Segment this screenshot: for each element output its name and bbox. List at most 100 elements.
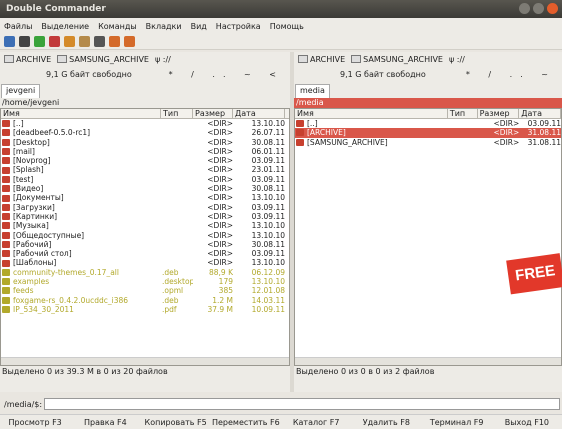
tab-media[interactable]: media [295,84,330,98]
menu-commands[interactable]: Команды [98,22,137,31]
file-size: <DIR> [207,137,233,147]
left-tabs: jevgeni [0,82,290,98]
file-row[interactable]: [..] <DIR> 13.10.10 [1,119,289,128]
left-hscrollbar[interactable] [1,357,289,365]
file-row[interactable]: [SAMSUNG_ARCHIVE] <DIR> 31.08.11 [295,138,561,147]
file-type [161,203,193,212]
left-drive-samsung[interactable]: SAMSUNG_ARCHIVE [57,55,149,64]
left-status: Выделено 0 из 39.3 M в 0 из 20 файлов [2,367,168,376]
folder-icon [2,157,10,165]
file-row[interactable]: [Шаблоны] <DIR> 13.10.10 [1,258,289,267]
file-name-text: [Шаблоны] [13,258,57,268]
file-row[interactable]: [Загрузки] <DIR> 03.09.11 [1,203,289,212]
right-drive-archive[interactable]: ARCHIVE [298,55,345,64]
refresh-icon[interactable] [4,36,15,47]
file-size: <DIR> [493,137,520,147]
file-row[interactable]: foxgame-rs_0.4.2.0ucddc_i386 .deb 1.2 M 14.… [1,296,289,305]
f5-copy-button[interactable]: Копировать F5 [141,415,211,429]
right-hscrollbar[interactable] [295,357,561,365]
menu-view[interactable]: Вид [191,22,207,31]
menu-help[interactable]: Помощь [270,22,304,31]
file-name: foxgame-rs_0.4.2.0ucddc_i386 [1,296,161,305]
col-type[interactable]: Тип [161,109,193,118]
file-row[interactable]: examples .desktop 179 13.10.10 [1,277,289,286]
add-icon[interactable] [34,36,45,47]
file-name-text: [deadbeef-0.5.0-rc1] [13,128,91,138]
file-date: 13.10.10 [251,119,285,128]
f10-exit-button[interactable]: Выход F10 [492,415,562,429]
f8-delete-button[interactable]: Удалить F8 [351,415,421,429]
file-row[interactable]: [Desktop] <DIR> 30.08.11 [1,138,289,147]
file-size: <DIR> [493,119,520,128]
copy-icon[interactable] [19,36,30,47]
file-name: examples [1,277,161,286]
right-drive-samsung[interactable]: SAMSUNG_ARCHIVE [351,55,443,64]
forward-icon[interactable] [124,36,135,47]
search-icon[interactable] [94,36,105,47]
col-size[interactable]: Размер [193,109,233,118]
folder-icon[interactable] [79,36,90,47]
left-drive-archive[interactable]: ARCHIVE [4,55,51,64]
file-row[interactable]: [Видео] <DIR> 30.08.11 [1,184,289,193]
f4-edit-button[interactable]: Правка F4 [70,415,140,429]
left-nav-buttons[interactable]: * / .. ~ < [169,70,284,79]
col-name[interactable]: Имя [295,109,448,118]
file-row[interactable]: IP_534_30_2011 .pdf 37.9 M 10.09.11 [1,305,289,314]
command-prompt: /media/$: [4,399,43,409]
col-date[interactable]: Дата [233,109,285,118]
file-type [161,249,193,258]
file-icon [2,306,10,314]
file-row[interactable]: [Novprog] <DIR> 03.09.11 [1,156,289,165]
col-name[interactable]: Имя [1,109,161,118]
file-type [161,128,193,137]
right-file-list[interactable]: Имя Тип Размер Дата [..] <DIR> 03.09.11 [AR… [294,108,562,366]
file-row[interactable]: [..] <DIR> 03.09.11 [295,119,561,128]
file-row[interactable]: [deadbeef-0.5.0-rc1] <DIR> 26.07.11 [1,128,289,137]
maximize-button[interactable] [533,3,544,14]
tab-jevgeni[interactable]: jevgeni [1,84,41,98]
home-icon[interactable] [64,36,75,47]
f3-view-button[interactable]: Просмотр F3 [0,415,70,429]
minus-icon[interactable] [49,36,60,47]
right-path[interactable]: /media [294,98,562,108]
right-drive-network[interactable]: ψ :// [449,55,465,64]
file-row[interactable]: community-themes_0.17_all .deb 88,9 K 06.12… [1,268,289,277]
file-row[interactable]: [mail] <DIR> 06.01.11 [1,147,289,156]
left-drive-network[interactable]: ψ :// [155,55,171,64]
file-type [161,138,193,147]
menu-tabs[interactable]: Вкладки [146,22,182,31]
file-row[interactable]: [Музыка] <DIR> 13.10.10 [1,221,289,230]
file-row[interactable]: [test] <DIR> 03.09.11 [1,175,289,184]
function-key-bar: Просмотр F3 Правка F4 Копировать F5 Пере… [0,414,562,429]
col-type[interactable]: Тип [448,109,478,118]
file-size: 1.2 M [212,295,233,305]
menu-files[interactable]: Файлы [4,22,32,31]
f9-terminal-button[interactable]: Терминал F9 [422,415,492,429]
back-icon[interactable] [109,36,120,47]
file-date: 30.08.11 [251,137,285,147]
file-row[interactable]: feeds .opml 385 12.01.08 [1,286,289,295]
f6-move-button[interactable]: Переместить F6 [211,415,281,429]
file-type [161,221,193,230]
right-nav-buttons[interactable]: * / .. ~ [466,70,556,79]
left-file-list[interactable]: Имя Тип Размер Дата [..] <DIR> 13.10.10 [de… [0,108,290,366]
file-date: 03.09.11 [251,156,285,166]
file-row[interactable]: [Общедоступные] <DIR> 13.10.10 [1,231,289,240]
col-date[interactable]: Дата [519,109,561,118]
col-size[interactable]: Размер [478,109,520,118]
f7-mkdir-button[interactable]: Каталог F7 [281,415,351,429]
file-row[interactable]: [Картинки] <DIR> 03.09.11 [1,212,289,221]
minimize-button[interactable] [519,3,530,14]
file-date: 31.08.11 [527,128,561,138]
close-button[interactable] [547,3,558,14]
file-row[interactable]: [ARCHIVE] <DIR> 31.08.11 [295,128,561,138]
menu-selection[interactable]: Выделение [41,22,89,31]
file-row[interactable]: [Рабочий] <DIR> 30.08.11 [1,240,289,249]
file-row[interactable]: [Splash] <DIR> 23.01.11 [1,165,289,174]
file-row[interactable]: [Рабочий стол] <DIR> 03.09.11 [1,249,289,258]
menu-settings[interactable]: Настройка [216,22,261,31]
parent-folder-icon [2,120,10,128]
command-input[interactable] [44,398,560,410]
left-path[interactable]: /home/jevgeni [0,98,290,108]
file-row[interactable]: [Документы] <DIR> 13.10.10 [1,193,289,202]
